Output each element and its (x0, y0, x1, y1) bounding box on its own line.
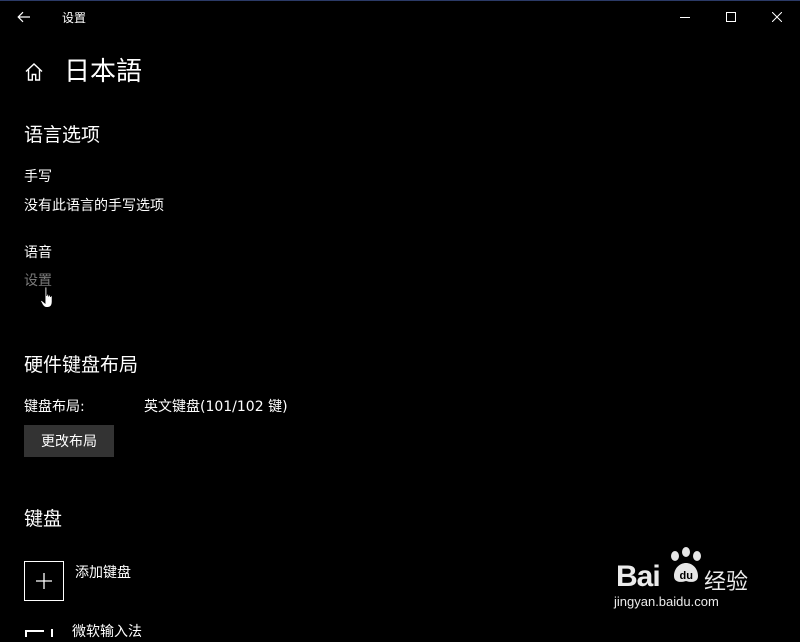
close-button[interactable] (754, 1, 800, 32)
title-bar: 设置 (0, 1, 800, 32)
page-title: 日本語 (64, 57, 143, 87)
add-keyboard-box (24, 561, 64, 601)
hand-cursor-icon (40, 286, 53, 308)
keyboard-layout-label: 键盘布局: (24, 399, 85, 415)
add-keyboard-label: 添加键盘 (75, 565, 131, 581)
watermark-cn: 经验 (704, 570, 749, 595)
section-title-language-options: 语言选项 (24, 124, 101, 146)
watermark-du: du (680, 570, 693, 582)
plus-icon (36, 573, 52, 589)
speech-label: 语音 (24, 245, 52, 261)
home-icon (25, 63, 43, 81)
keyboard-layout-value: 英文键盘(101/102 键) (144, 399, 288, 415)
watermark-url: jingyan.baidu.com (614, 594, 719, 609)
baidu-paw-icon: du (671, 547, 701, 582)
close-icon (772, 11, 782, 22)
keyboard-icon (25, 629, 53, 637)
window-title: 设置 (62, 11, 87, 25)
section-title-hardware-keyboard: 硬件键盘布局 (24, 354, 139, 376)
minimize-button[interactable] (662, 1, 708, 32)
home-button[interactable] (24, 62, 44, 82)
handwriting-label: 手写 (24, 169, 52, 185)
keyboard-item-icon (24, 622, 64, 637)
minimize-icon (680, 16, 690, 18)
section-title-keyboards: 键盘 (24, 508, 63, 530)
add-keyboard-button[interactable]: 添加键盘 (24, 561, 131, 601)
maximize-icon (726, 11, 736, 22)
handwriting-status: 没有此语言的手写选项 (24, 198, 164, 214)
arrow-left-icon (17, 11, 30, 23)
maximize-button[interactable] (708, 1, 754, 32)
change-layout-button[interactable]: 更改布局 (24, 425, 114, 457)
keyboard-item-label[interactable]: 微软输入法 (72, 622, 142, 642)
watermark-brand: Bai (616, 560, 661, 593)
back-button[interactable] (8, 3, 40, 31)
baidu-watermark: du Bai 经验 jingyan.baidu.com (612, 546, 762, 616)
